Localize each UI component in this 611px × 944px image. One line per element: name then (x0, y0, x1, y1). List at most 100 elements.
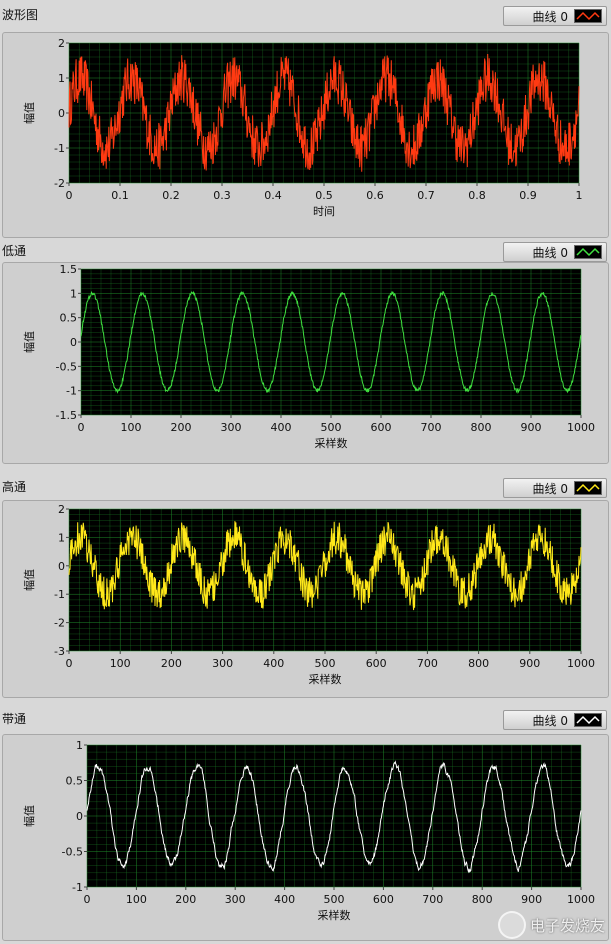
x-tick-label: 600 (366, 657, 387, 670)
x-tick-label: 0.6 (366, 189, 384, 202)
y-tick-label: 1 (58, 72, 65, 85)
y-tick-label: -2 (54, 177, 65, 190)
y-tick-label: -1 (66, 385, 77, 398)
x-tick-label: 0.8 (468, 189, 486, 202)
y-tick-label: 1 (58, 531, 65, 544)
plot-legend[interactable]: 曲线 0 (503, 6, 607, 26)
x-tick-label: 0.7 (417, 189, 435, 202)
legend-label: 曲线 0 (532, 481, 568, 496)
legend-line (576, 247, 600, 257)
x-tick-label: 0.1 (111, 189, 129, 202)
legend-label: 曲线 0 (532, 9, 568, 24)
x-tick-label: 500 (324, 893, 345, 906)
chart-frame: 1 0.5 0 -0.5 -1 0 100 200 300 400 500 600 700 800 900 1… (2, 734, 609, 941)
y-tick-label: 2 (58, 37, 65, 50)
chart-frame: 2 1 0 -1 -2 -3 0 100 200 300 400 500 600 700 800 900 100… (2, 500, 609, 698)
x-tick-label: 0 (66, 189, 73, 202)
x-tick-label: 700 (421, 421, 442, 434)
legend-swatch-icon (574, 9, 602, 23)
y-tick-label: -1 (54, 588, 65, 601)
y-tick-label: 0 (70, 336, 77, 349)
legend-line (576, 483, 600, 493)
y-tick-label: 0.5 (60, 312, 78, 325)
x-tick-label: 300 (212, 657, 233, 670)
x-tick-label: 0 (84, 893, 91, 906)
plot-legend[interactable]: 曲线 0 (503, 478, 607, 498)
x-tick-label: 400 (274, 893, 295, 906)
y-tick-label: -1 (72, 881, 83, 894)
x-tick-label: 900 (521, 893, 542, 906)
x-tick-label: 1000 (567, 657, 595, 670)
x-tick-label: 900 (519, 657, 540, 670)
y-tick-label: 1 (76, 739, 83, 752)
panel-title: 高通 (2, 480, 27, 494)
y-tick-label: 0.5 (66, 775, 84, 788)
x-tick-label: 400 (271, 421, 292, 434)
y-axis-label: 幅值 (23, 331, 36, 353)
panel-title: 带通 (2, 712, 27, 726)
highpass-chart[interactable]: 210-1-2-30 100 200 300 400 500 600 700 800 900 100… (3, 501, 608, 697)
y-tick-label: -1.5 (56, 409, 77, 422)
y-axis-label: 幅值 (23, 569, 36, 591)
x-tick-label: 1000 (567, 893, 595, 906)
x-axis-label: 采样数 (309, 672, 342, 686)
legend-label: 曲线 0 (532, 713, 568, 728)
x-tick-label: 0 (78, 421, 85, 434)
chart-frame: 1.5 1 0.5 0 -0.5 -1 -1.5 0 100 200 300 400 500 600 700… (2, 262, 609, 464)
y-tick-label: 0 (76, 810, 83, 823)
x-tick-label: 900 (521, 421, 542, 434)
x-tick-label: 0.5 (315, 189, 333, 202)
x-tick-label: 700 (422, 893, 443, 906)
x-tick-label: 500 (315, 657, 336, 670)
x-tick-label: 800 (472, 893, 493, 906)
y-tick-label: 0 (58, 560, 65, 573)
x-tick-label: 0.4 (264, 189, 282, 202)
legend-swatch-icon (574, 245, 602, 259)
x-tick-label: 1 (576, 189, 583, 202)
panel-title: 低通 (2, 244, 27, 258)
watermark-text: 电子发烧友 (529, 916, 605, 935)
x-axis-label: 时间 (313, 205, 335, 218)
x-tick-label: 800 (468, 657, 489, 670)
y-tick-label: 1 (70, 287, 77, 300)
x-tick-label: 0 (66, 657, 73, 670)
x-axis-label: 采样数 (315, 436, 348, 450)
bandpass-chart[interactable]: 10.50-0.5-10 100 200 300 400 500 600 700 800 900 1… (3, 735, 608, 940)
y-tick-label: -2 (54, 617, 65, 630)
x-tick-label: 0.2 (162, 189, 180, 202)
x-tick-label: 300 (221, 421, 242, 434)
legend-line (576, 715, 600, 725)
chart-frame: 2 1 0 -1 -2 0 0.1 0.2 0.3 0.4 0.5 0.6 0.7 0.8 0.9 1 时间 幅值 (2, 32, 609, 238)
x-tick-label: 200 (175, 893, 196, 906)
chart-panel-bandpass: 带通 曲线 0 1 0.5 0 -0.5 -1 0 100 200 300 400 500 600 70… (0, 710, 611, 943)
x-tick-label: 700 (417, 657, 438, 670)
x-tick-label: 400 (263, 657, 284, 670)
x-tick-label: 500 (321, 421, 342, 434)
x-tick-label: 600 (373, 893, 394, 906)
x-tick-label: 200 (161, 657, 182, 670)
chart-panel-waveform: 波形图 曲线 0 2 1 0 -1 -2 0 0.1 0.2 0.3 0.4 0.5 0.6 0.7 0.… (0, 6, 611, 238)
y-tick-label: -0.5 (56, 360, 77, 373)
x-tick-label: 100 (121, 421, 142, 434)
watermark: 电子发烧友 (497, 911, 605, 939)
x-tick-label: 600 (371, 421, 392, 434)
legend-line (576, 11, 600, 21)
x-axis-label: 采样数 (318, 908, 351, 922)
plot-legend[interactable]: 曲线 0 (503, 710, 607, 730)
y-tick-label: 0 (58, 107, 65, 120)
waveform-chart[interactable]: 210-1-20 0.1 0.2 0.3 0.4 0.5 0.6 0.7 0.8 0.9 1时间幅值 (3, 33, 608, 237)
x-tick-label: 800 (471, 421, 492, 434)
y-axis-label: 幅值 (23, 805, 36, 827)
x-tick-label: 1000 (567, 421, 595, 434)
lowpass-chart[interactable]: 1.510.50-0.5-1-1.50 100 200 300 400 500 600 700… (3, 263, 608, 463)
x-tick-label: 300 (225, 893, 246, 906)
legend-label: 曲线 0 (532, 245, 568, 260)
chart-panel-lowpass: 低通 曲线 0 1.5 1 0.5 0 -0.5 -1 -1.5 0 100 200 300 400 5… (0, 242, 611, 466)
legend-swatch-icon (574, 481, 602, 495)
chart-panel-highpass: 高通 曲线 0 2 1 0 -1 -2 -3 0 100 200 300 400 500 600 700 8… (0, 478, 611, 700)
legend-swatch-icon (574, 713, 602, 727)
y-tick-label: -3 (54, 645, 65, 658)
plot-legend[interactable]: 曲线 0 (503, 242, 607, 262)
x-tick-label: 100 (126, 893, 147, 906)
y-tick-label: 1.5 (60, 263, 78, 276)
